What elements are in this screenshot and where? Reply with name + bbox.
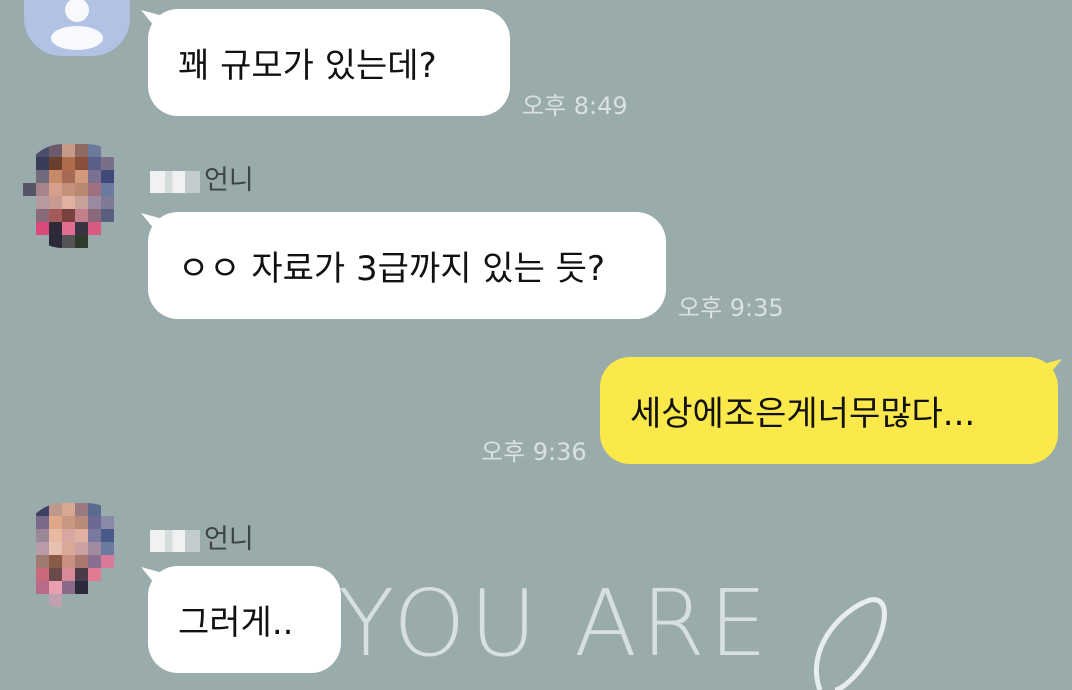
message-text: ㅇㅇ 자료가 3급까지 있는 듯? [178, 249, 605, 289]
redacted-name [150, 529, 200, 552]
pixelated-photo [23, 144, 127, 248]
sender-name: 언니 [150, 517, 254, 556]
wallpaper-swirl-decoration [813, 597, 887, 690]
message-bubble[interactable]: 그러게.. [148, 566, 341, 673]
background-wallpaper-text: YOU ARE [338, 570, 772, 677]
message-text: 꽤 규모가 있는데? [178, 46, 437, 86]
profile-avatar-pixelated[interactable] [23, 503, 127, 607]
message-time: 오후 8:49 [522, 92, 628, 120]
profile-avatar-pixelated[interactable] [23, 144, 127, 248]
message-text: 그러게.. [178, 603, 294, 643]
message-time: 오후 9:35 [678, 294, 784, 322]
sender-name: 언니 [150, 158, 254, 197]
bubble-tail-right [1040, 359, 1062, 381]
message-bubble[interactable]: 꽤 규모가 있는데? [148, 9, 510, 116]
person-silhouette-icon [51, 0, 103, 50]
message-time: 오후 9:36 [481, 438, 587, 466]
message-text: 세상에조은게너무많다... [630, 394, 976, 434]
message-bubble-outgoing[interactable]: 세상에조은게너무많다... [600, 357, 1058, 464]
redacted-name [150, 170, 200, 193]
message-bubble[interactable]: ㅇㅇ 자료가 3급까지 있는 듯? [148, 212, 666, 319]
pixelated-photo [23, 503, 127, 607]
default-avatar[interactable] [24, 0, 130, 56]
